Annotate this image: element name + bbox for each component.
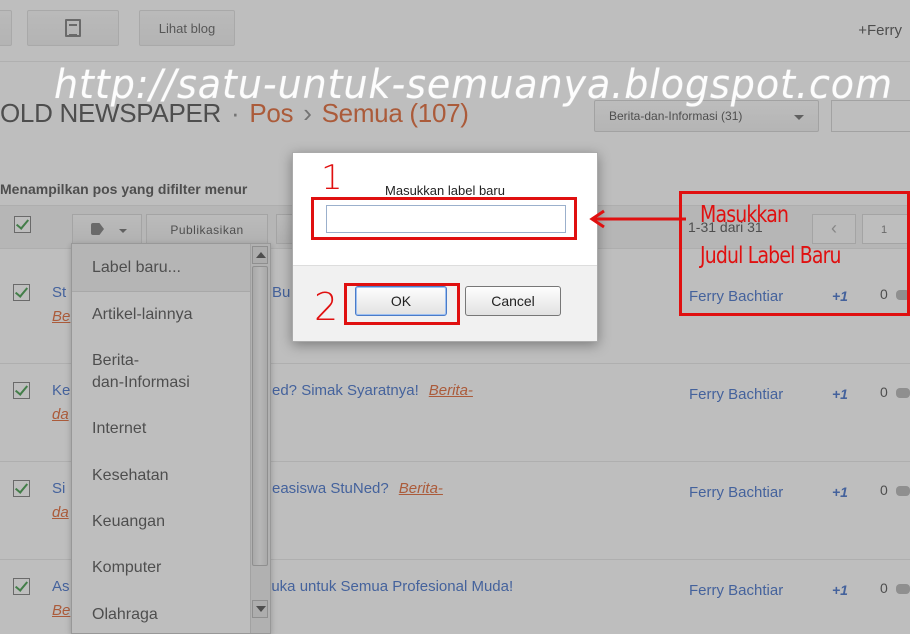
annotation-step-1: 1: [321, 158, 343, 198]
annotation-box-input: [311, 197, 577, 240]
annotation-box-ok: [344, 283, 460, 325]
annotation-arrow-icon: [589, 209, 686, 229]
watermark-text: http://satu-untuk-semuanya.blogspot.com: [54, 62, 893, 108]
cancel-button[interactable]: Cancel: [465, 286, 561, 316]
annotation-step-2: 2: [314, 285, 339, 329]
annotation-note-line1: Masukkan: [700, 202, 789, 228]
annotation-note-line2: Judul Label Baru: [700, 243, 841, 269]
